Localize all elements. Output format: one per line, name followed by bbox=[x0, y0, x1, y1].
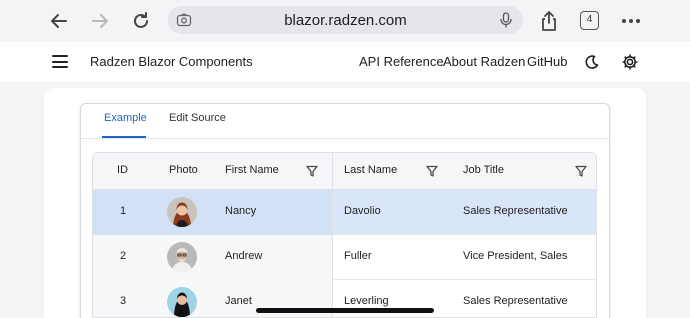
column-header-job-title[interactable]: Job Title bbox=[463, 164, 504, 176]
grid-header: ID Photo First Name Last Name Job Title bbox=[93, 153, 596, 190]
tabs-divider bbox=[81, 138, 609, 139]
reload-icon bbox=[134, 12, 148, 28]
cell-id: 1 bbox=[120, 205, 127, 217]
frozen-cells bbox=[93, 235, 332, 280]
cell-job-title: Sales Representative bbox=[463, 295, 568, 307]
column-header-first-name[interactable]: First Name bbox=[225, 164, 279, 176]
table-row[interactable]: 1 Nancy Davolio Sales Representative bbox=[93, 190, 596, 235]
nav-link-github[interactable]: GitHub bbox=[527, 54, 567, 69]
frozen-cells bbox=[93, 190, 332, 235]
column-header-last-name[interactable]: Last Name bbox=[344, 164, 397, 176]
hamburger-menu-icon[interactable] bbox=[52, 55, 68, 69]
more-menu-button[interactable] bbox=[617, 7, 645, 35]
moon-icon[interactable] bbox=[584, 54, 600, 70]
avatar bbox=[167, 287, 197, 317]
cell-job-title: Sales Representative bbox=[463, 205, 568, 217]
cell-last-name: Davolio bbox=[344, 205, 381, 217]
cell-first-name: Janet bbox=[225, 295, 252, 307]
address-bar[interactable]: blazor.radzen.com bbox=[168, 6, 523, 34]
cell-first-name: Nancy bbox=[225, 205, 257, 217]
avatar bbox=[167, 242, 197, 272]
reload-button[interactable] bbox=[127, 7, 155, 35]
filter-icon[interactable] bbox=[575, 165, 587, 177]
url-text[interactable]: blazor.radzen.com bbox=[168, 12, 523, 29]
frozen-column-divider bbox=[332, 153, 333, 317]
nav-link-about-radzen[interactable]: About Radzen bbox=[443, 54, 525, 69]
arrow-left-icon bbox=[51, 14, 67, 28]
data-grid: ID Photo First Name Last Name Job Title … bbox=[92, 152, 597, 318]
nav-link-api-reference[interactable]: API Reference bbox=[359, 54, 444, 69]
microphone-icon[interactable] bbox=[499, 12, 513, 28]
table-row[interactable]: 2 Andrew Fuller Vice President, Sales bbox=[93, 235, 596, 280]
more-dots-icon bbox=[622, 19, 640, 23]
cell-id: 3 bbox=[120, 295, 127, 307]
filter-icon[interactable] bbox=[426, 165, 438, 177]
column-header-id[interactable]: ID bbox=[117, 164, 128, 176]
cell-id: 2 bbox=[120, 250, 127, 262]
tab-example[interactable]: Example bbox=[104, 112, 147, 124]
avatar bbox=[167, 197, 197, 227]
home-indicator bbox=[256, 308, 434, 313]
cell-first-name: Andrew bbox=[225, 250, 263, 262]
cell-last-name: Leverling bbox=[344, 295, 389, 307]
app-title[interactable]: Radzen Blazor Components bbox=[90, 54, 253, 69]
cell-last-name: Fuller bbox=[344, 250, 372, 262]
gear-icon[interactable] bbox=[621, 53, 639, 71]
back-button[interactable] bbox=[45, 7, 73, 35]
share-button[interactable] bbox=[535, 7, 563, 35]
tab-edit-source[interactable]: Edit Source bbox=[169, 112, 226, 124]
arrow-right-icon bbox=[92, 14, 108, 28]
share-icon bbox=[542, 11, 556, 31]
filter-icon[interactable] bbox=[306, 165, 318, 177]
column-header-photo[interactable]: Photo bbox=[169, 164, 198, 176]
browser-toolbar: blazor.radzen.com 4 bbox=[0, 0, 690, 42]
app-header: Radzen Blazor Components API Reference A… bbox=[0, 42, 690, 82]
cell-job-title: Vice President, Sales bbox=[463, 250, 568, 262]
forward-button[interactable] bbox=[86, 7, 114, 35]
tab-switcher-button[interactable]: 4 bbox=[580, 11, 599, 30]
